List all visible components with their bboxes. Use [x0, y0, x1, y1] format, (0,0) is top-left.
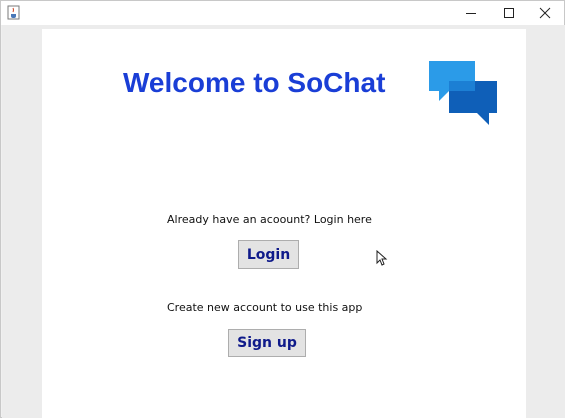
- java-cup-icon: [7, 5, 20, 20]
- minimize-icon: [466, 13, 476, 14]
- close-icon: [539, 7, 551, 19]
- maximize-icon: [504, 8, 514, 18]
- chat-bubbles-icon: [429, 61, 497, 125]
- welcome-panel: Welcome to SoChat Already have an acooun…: [42, 29, 526, 418]
- maximize-button[interactable]: [492, 1, 526, 25]
- app-window: Welcome to SoChat Already have an acooun…: [0, 0, 565, 418]
- title-bar[interactable]: [1, 1, 564, 25]
- mouse-cursor-icon: [376, 250, 388, 266]
- login-button[interactable]: Login: [238, 240, 299, 269]
- signup-prompt-text: Create new account to use this app: [167, 301, 363, 314]
- welcome-title: Welcome to SoChat: [123, 67, 386, 98]
- login-prompt-text: Already have an acoount? Login here: [167, 213, 372, 226]
- signup-button[interactable]: Sign up: [228, 329, 306, 357]
- client-area: Welcome to SoChat Already have an acooun…: [2, 25, 565, 418]
- close-button[interactable]: [528, 1, 562, 25]
- minimize-button[interactable]: [454, 1, 488, 25]
